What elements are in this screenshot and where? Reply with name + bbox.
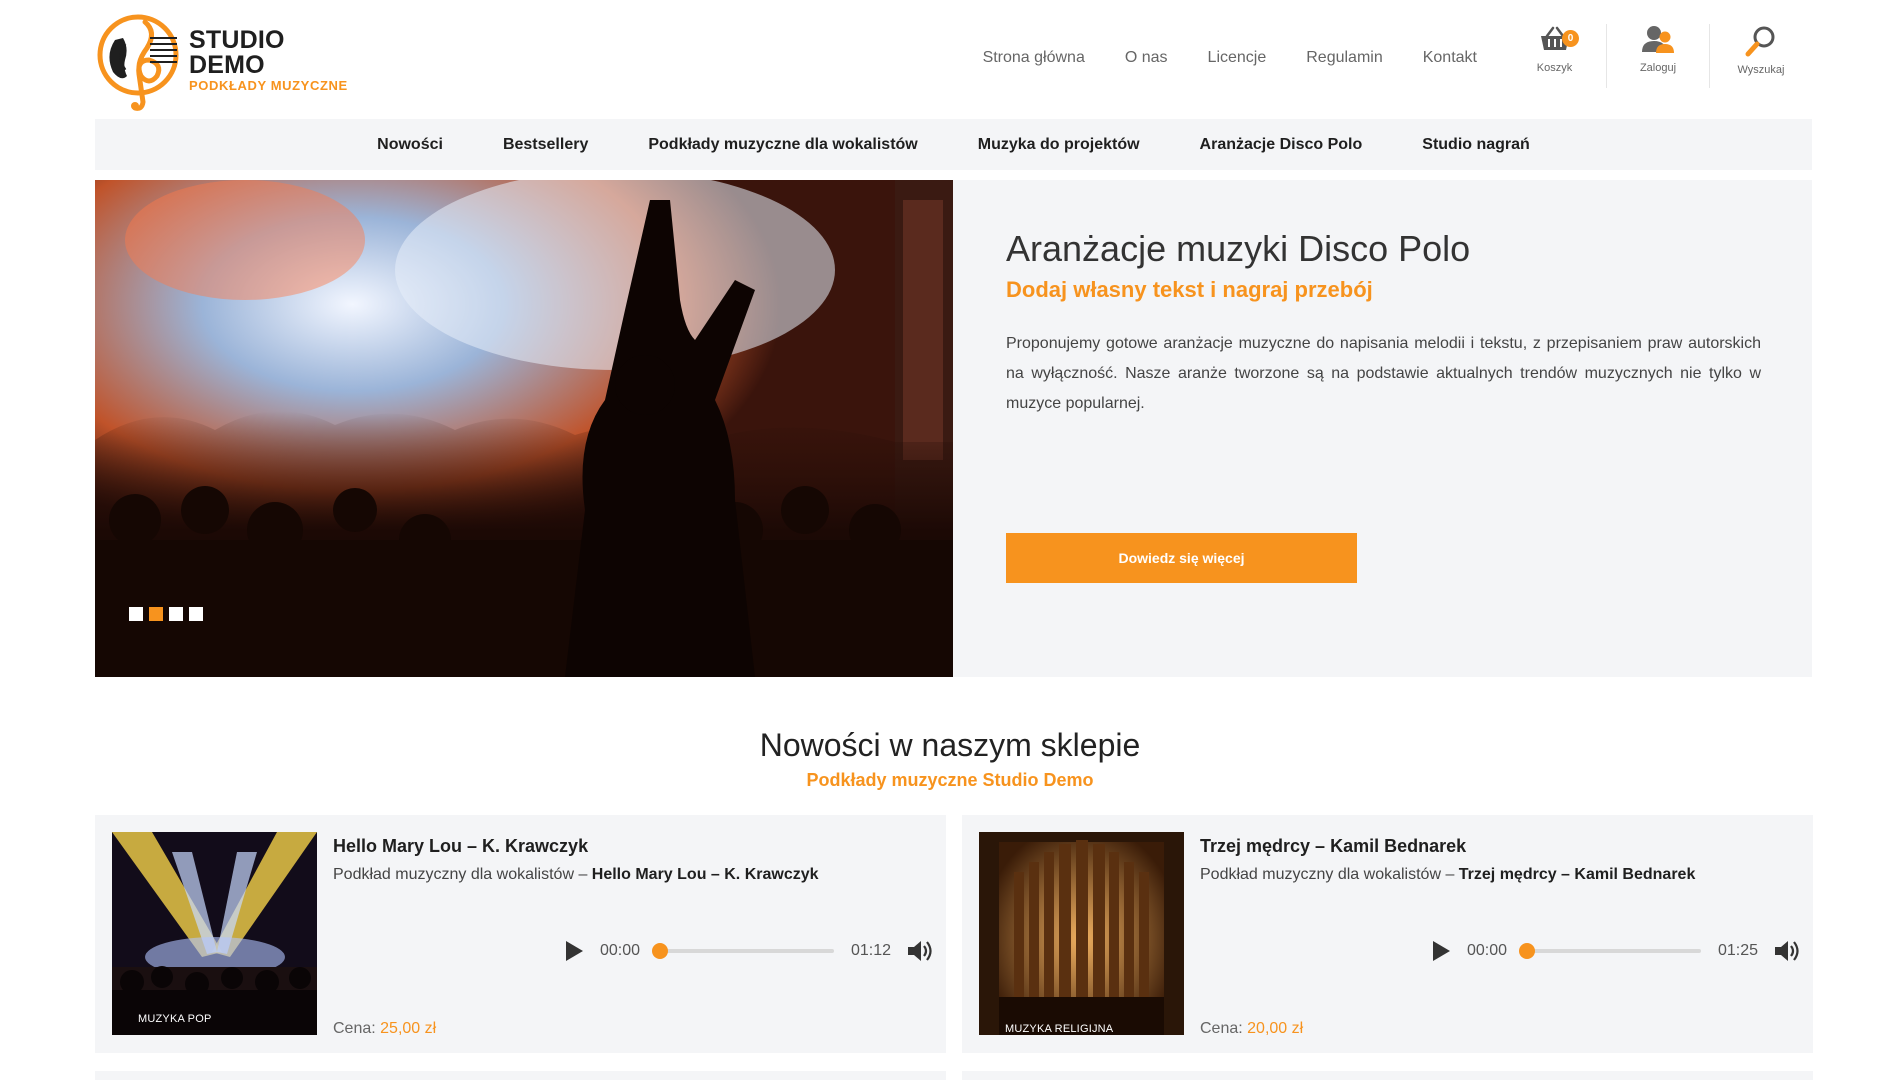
header-icon-group: 0 Koszyk Zaloguj Wyszukaj [1503, 24, 1812, 88]
product-price: Cena: 25,00 zł [333, 1020, 436, 1038]
login-button[interactable]: Zaloguj [1606, 24, 1709, 88]
topnav-contact-link[interactable]: Kontakt [1423, 49, 1477, 67]
logo-text: STUDIO DEMO PODKŁADY MUZYCZNE [189, 26, 365, 93]
price-value: 20,00 zł [1247, 1020, 1304, 1037]
product-thumbnail[interactable]: MUZYKA POP [112, 832, 317, 1035]
play-icon[interactable] [564, 940, 584, 962]
logo-title: STUDIO DEMO [189, 26, 285, 79]
total-time: 01:25 [1717, 942, 1758, 959]
current-time: 00:00 [1467, 942, 1508, 959]
nav-bestsellers-link[interactable]: Bestsellery [503, 136, 588, 154]
product-category-label: MUZYKA RELIGIJNA [1005, 1023, 1114, 1035]
product-price: Cena: 20,00 zł [1200, 1020, 1303, 1038]
hero-text-block: Aranżacje muzyki Disco Polo Dodaj własny… [1006, 228, 1761, 583]
price-label: Cena: [333, 1020, 381, 1037]
volume-icon[interactable] [906, 938, 934, 964]
slider-dot-2-active[interactable] [149, 607, 163, 621]
next-product-card-edge [962, 1071, 1813, 1080]
product-thumbnail[interactable]: MUZYKA RELIGIJNA [979, 832, 1184, 1035]
total-time: 01:12 [850, 942, 891, 959]
nav-disco-polo-link[interactable]: Aranżacje Disco Polo [1200, 136, 1363, 154]
product-title[interactable]: Hello Mary Lou – K. Krawczyk [333, 836, 588, 857]
hero-concert-image [95, 180, 953, 677]
next-product-card-edge [95, 1071, 946, 1080]
price-label: Cena: [1200, 1020, 1248, 1037]
search-label: Wyszukaj [1737, 64, 1785, 76]
description-track-name: Hello Mary Lou – K. Krawczyk [591, 866, 819, 883]
description-prefix: Podkład muzyczny dla wokalistów – [1200, 866, 1459, 883]
audio-player: 00:00 01:25 [1426, 933, 1801, 969]
current-time: 00:00 [600, 942, 641, 959]
magnifier-icon [1744, 24, 1778, 58]
login-label: Zaloguj [1639, 62, 1677, 74]
topnav-terms-link[interactable]: Regulamin [1306, 49, 1382, 67]
play-icon[interactable] [1431, 940, 1451, 962]
cart-label: Koszyk [1536, 62, 1573, 74]
cart-button[interactable]: 0 Koszyk [1503, 24, 1606, 88]
topnav-home-link[interactable]: Strona główna [983, 49, 1085, 67]
audio-player: 00:00 01:12 [559, 933, 934, 969]
hero-slider: Aranżacje muzyki Disco Polo Dodaj własny… [95, 180, 1812, 677]
hero-description: Proponujemy gotowe aranżacje muzyczne do… [1006, 335, 1761, 413]
hero-subtitle: Dodaj własny tekst i nagraj przebój [1006, 277, 1373, 303]
product-title[interactable]: Trzej mędrcy – Kamil Bednarek [1200, 836, 1466, 857]
search-button[interactable]: Wyszukaj [1709, 24, 1812, 88]
product-description: Podkład muzyczny dla wokalistów – Trzej … [1200, 866, 1695, 884]
learn-more-button[interactable]: Dowiedz się więcej [1006, 533, 1357, 583]
seek-knob[interactable] [1519, 943, 1536, 959]
price-value: 25,00 zł [380, 1020, 437, 1037]
hero-title: Aranżacje muzyki Disco Polo [1006, 228, 1471, 269]
seek-knob[interactable] [652, 943, 669, 959]
product-description: Podkład muzyczny dla wokalistów – Hello … [333, 866, 819, 884]
topnav-licenses-link[interactable]: Licencje [1208, 49, 1267, 67]
description-track-name: Trzej mędrcy – Kamil Bednarek [1458, 866, 1696, 883]
nav-studio-link[interactable]: Studio nagrań [1422, 136, 1530, 154]
new-products-heading: Nowości w naszym sklepie Podkłady muzycz… [0, 727, 1900, 791]
logo-subtitle: PODKŁADY MUZYCZNE [189, 78, 348, 93]
seek-bar[interactable] [1519, 943, 1701, 959]
site-header: STUDIO DEMO PODKŁADY MUZYCZNE Strona głó… [95, 0, 1812, 119]
nav-new-link[interactable]: Nowości [377, 136, 443, 154]
slider-dot-4[interactable] [189, 607, 203, 621]
treble-clef-logo-icon [95, 10, 181, 111]
volume-icon[interactable] [1773, 938, 1801, 964]
seek-bar[interactable] [652, 943, 834, 959]
nav-project-music-link[interactable]: Muzyka do projektów [978, 136, 1140, 154]
nav-backing-tracks-link[interactable]: Podkłady muzyczne dla wokalistów [648, 136, 917, 154]
product-card: MUZYKA RELIGIJNA Trzej mędrcy – Kamil Be… [962, 815, 1813, 1053]
slider-dot-3[interactable] [169, 607, 183, 621]
slider-pagination [129, 607, 203, 621]
section-subtitle: Podkłady muzyczne Studio Demo [806, 770, 1094, 790]
top-navigation: Strona główna O nas Licencje Regulamin K… [983, 49, 1477, 67]
site-logo[interactable]: STUDIO DEMO PODKŁADY MUZYCZNE [95, 9, 365, 111]
product-card: MUZYKA POP Hello Mary Lou – K. Krawczyk … [95, 815, 946, 1053]
slider-dot-1[interactable] [129, 607, 143, 621]
section-title: Nowości w naszym sklepie [759, 727, 1141, 763]
product-category-label: MUZYKA POP [138, 1013, 212, 1025]
main-category-navigation: Nowości Bestsellery Podkłady muzyczne dl… [95, 119, 1812, 170]
description-prefix: Podkład muzyczny dla wokalistów – [333, 866, 592, 883]
cart-count-badge: 0 [1562, 30, 1579, 47]
topnav-about-link[interactable]: O nas [1125, 49, 1168, 67]
users-icon [1641, 24, 1675, 56]
